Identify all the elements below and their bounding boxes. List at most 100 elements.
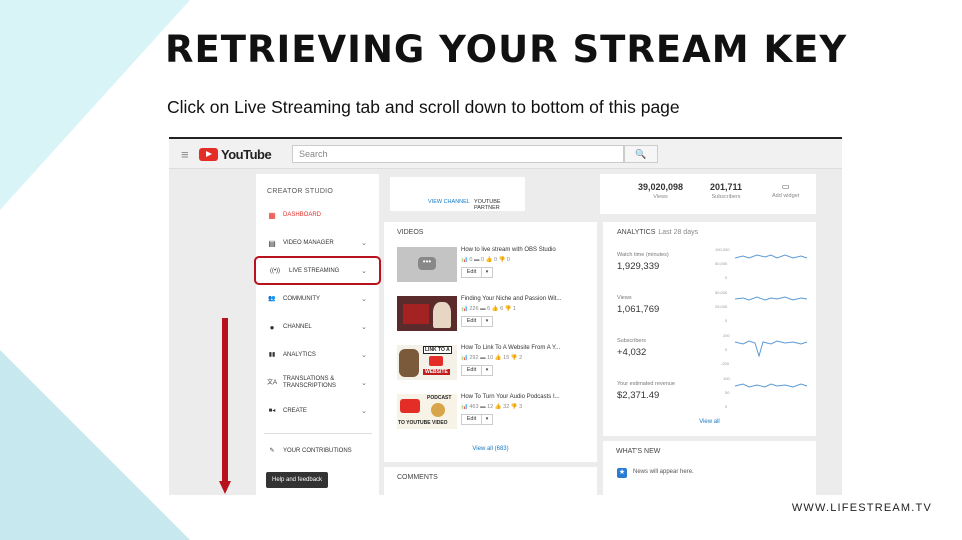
dropdown-icon[interactable]: ▾: [482, 415, 492, 424]
video-stats: 📊 292 ▬ 10 👍 15 👎 2: [461, 355, 523, 361]
thumbnail-character: [399, 349, 419, 377]
sidebar-item-label: CHANNEL: [283, 324, 312, 330]
thumbnail-text-video: TO YOUTUBE VIDEO: [398, 420, 448, 426]
metric-subscribers: Subscribers +4,032: [617, 338, 646, 358]
chevron-down-icon[interactable]: ⌄: [361, 407, 371, 415]
video-item[interactable]: Finding Your Niche and Passion Wit... 📊 …: [397, 296, 592, 340]
watch-time-sparkline: 100,000 50,000 0: [715, 247, 808, 280]
video-stats: 📊 0 ▬ 0 👍 0 👎 0: [461, 257, 510, 263]
channel-icon: ●: [269, 322, 275, 332]
chevron-down-icon[interactable]: ⌄: [361, 351, 371, 359]
metric-value: 1,061,769: [617, 304, 660, 315]
footer-url: WWW.LIFESTREAM.TV: [791, 502, 932, 514]
sidebar-item-label: CREATE: [283, 408, 307, 414]
menu-icon[interactable]: ≡: [181, 147, 189, 162]
thumbnail-art: [403, 304, 429, 324]
video-thumbnail[interactable]: PODCAST TO YOUTUBE VIDEO: [397, 394, 457, 429]
metric-value: +4,032: [617, 347, 647, 358]
decorative-triangle-bottom: [0, 350, 190, 540]
views-stat: 39,020,098 Views: [638, 182, 683, 200]
video-title[interactable]: How to live stream with OBS Studio: [461, 247, 556, 253]
video-stats: 📊 226 ▬ 6 👍 6 👎 1: [461, 306, 517, 312]
axis-label: 0: [725, 404, 728, 409]
thumbnail-text-podcast: PODCAST: [427, 395, 452, 401]
placeholder-icon: •••: [418, 257, 436, 270]
contributions-icon: ✎: [269, 447, 275, 454]
youtube-screenshot: ≡ YouTube Search 🔍 CREATOR STUDIO ▦ DASH…: [169, 137, 842, 495]
youtube-logo[interactable]: YouTube: [199, 147, 272, 162]
channel-stats: 39,020,098 Views 201,711 Subscribers ▭ A…: [600, 174, 816, 214]
edit-button[interactable]: Edit ▾: [461, 365, 493, 376]
whats-new-card: WHAT'S NEW ★ News will appear here.: [603, 441, 816, 495]
video-thumbnail[interactable]: [397, 296, 457, 331]
edit-button[interactable]: Edit ▾: [461, 414, 493, 425]
chevron-down-icon[interactable]: ⌄: [361, 239, 371, 247]
scroll-down-arrow-icon: [219, 318, 231, 494]
chevron-down-icon[interactable]: ⌄: [361, 323, 371, 331]
widget-icon: ▭: [781, 182, 790, 191]
video-thumbnail[interactable]: •••: [397, 247, 457, 282]
sidebar-item-translations[interactable]: 文A TRANSLATIONS & TRANSCRIPTIONS ⌄: [256, 372, 379, 394]
metric-watch-time: Watch time (minutes) 1,929,339: [617, 252, 669, 272]
search-input[interactable]: Search: [292, 145, 624, 163]
partner-label: YOUTUBE PARTNER: [474, 199, 501, 211]
sidebar-item-label: TRANSLATIONS & TRANSCRIPTIONS: [283, 376, 337, 389]
translations-icon: 文A: [267, 379, 278, 386]
add-widget[interactable]: ▭ Add widget: [772, 182, 799, 199]
video-thumbnail[interactable]: LINK TO A WEBSITE: [397, 345, 457, 380]
whats-new-header: WHAT'S NEW: [616, 448, 661, 455]
community-icon: 👥: [268, 295, 276, 302]
axis-label: 50,000: [715, 290, 728, 295]
analytics-header: ANALYTICS Last 28 days: [617, 229, 698, 236]
edit-label: Edit: [462, 415, 482, 424]
whats-new-text: News will appear here.: [633, 469, 694, 475]
chevron-down-icon[interactable]: ⌄: [361, 379, 371, 387]
sidebar-item-dashboard[interactable]: ▦ DASHBOARD: [256, 204, 379, 226]
edit-button[interactable]: Edit ▾: [461, 316, 493, 327]
videos-view-all-link[interactable]: View all (683): [384, 446, 597, 452]
dropdown-icon[interactable]: ▾: [482, 317, 492, 326]
thumbnail-person: [433, 302, 451, 328]
metric-label: Watch time (minutes): [617, 252, 669, 258]
axis-label: 100,000: [715, 247, 730, 252]
sidebar-item-label: ANALYTICS: [283, 352, 316, 358]
channel-header: VIEW CHANNEL YOUTUBE PARTNER: [390, 177, 525, 211]
analytics-view-all-link[interactable]: View all: [603, 419, 816, 425]
sidebar-item-community[interactable]: 👥 COMMUNITY ⌄: [256, 288, 379, 310]
sidebar-item-video-manager[interactable]: ▤ VIDEO MANAGER ⌄: [256, 232, 379, 254]
axis-label: 50,000: [715, 261, 728, 266]
thumbnail-character: [431, 403, 445, 417]
slide-title: RETRIEVING YOUR STREAM KEY: [165, 28, 848, 71]
edit-button[interactable]: Edit ▾: [461, 267, 493, 278]
view-channel-link[interactable]: VIEW CHANNEL: [428, 199, 470, 205]
comments-header: COMMENTS: [397, 474, 438, 481]
slide-subtitle: Click on Live Streaming tab and scroll d…: [167, 97, 680, 117]
axis-label: 50: [725, 390, 730, 395]
search-button[interactable]: 🔍: [624, 145, 658, 163]
youtube-logo-text: YouTube: [221, 147, 272, 162]
youtube-play-icon: [199, 148, 218, 161]
video-item[interactable]: PODCAST TO YOUTUBE VIDEO How To Turn You…: [397, 394, 592, 438]
metric-label: Your estimated revenue: [617, 381, 675, 387]
video-item[interactable]: LINK TO A WEBSITE How To Link To A Websi…: [397, 345, 592, 389]
subscribers-sparkline: 200 0 -200: [721, 333, 808, 366]
dropdown-icon[interactable]: ▾: [482, 366, 492, 375]
video-title[interactable]: How To Turn Your Audio Podcasts I...: [461, 394, 560, 400]
metric-label: Views: [617, 295, 632, 301]
axis-label: -200: [721, 361, 730, 366]
video-title[interactable]: Finding Your Niche and Passion Wit...: [461, 296, 561, 302]
video-item[interactable]: ••• How to live stream with OBS Studio 📊…: [397, 247, 592, 291]
dropdown-icon[interactable]: ▾: [482, 268, 492, 277]
video-title[interactable]: How To Link To A Website From A Y...: [461, 345, 560, 351]
sidebar-item-contributions[interactable]: ✎ YOUR CONTRIBUTIONS: [256, 440, 379, 462]
sidebar-item-analytics[interactable]: ▮▮ ANALYTICS ⌄: [256, 344, 379, 366]
star-icon: ★: [617, 468, 627, 478]
sidebar-item-create[interactable]: ■◂ CREATE ⌄: [256, 400, 379, 422]
chevron-down-icon[interactable]: ⌄: [361, 295, 371, 303]
dashboard-icon: ▦: [268, 210, 276, 220]
help-feedback-button[interactable]: Help and feedback: [266, 472, 329, 488]
sidebar-item-channel[interactable]: ● CHANNEL ⌄: [256, 316, 379, 338]
edit-label: Edit: [462, 268, 482, 277]
create-icon: ■◂: [268, 407, 276, 414]
metric-label: Subscribers: [617, 338, 647, 344]
